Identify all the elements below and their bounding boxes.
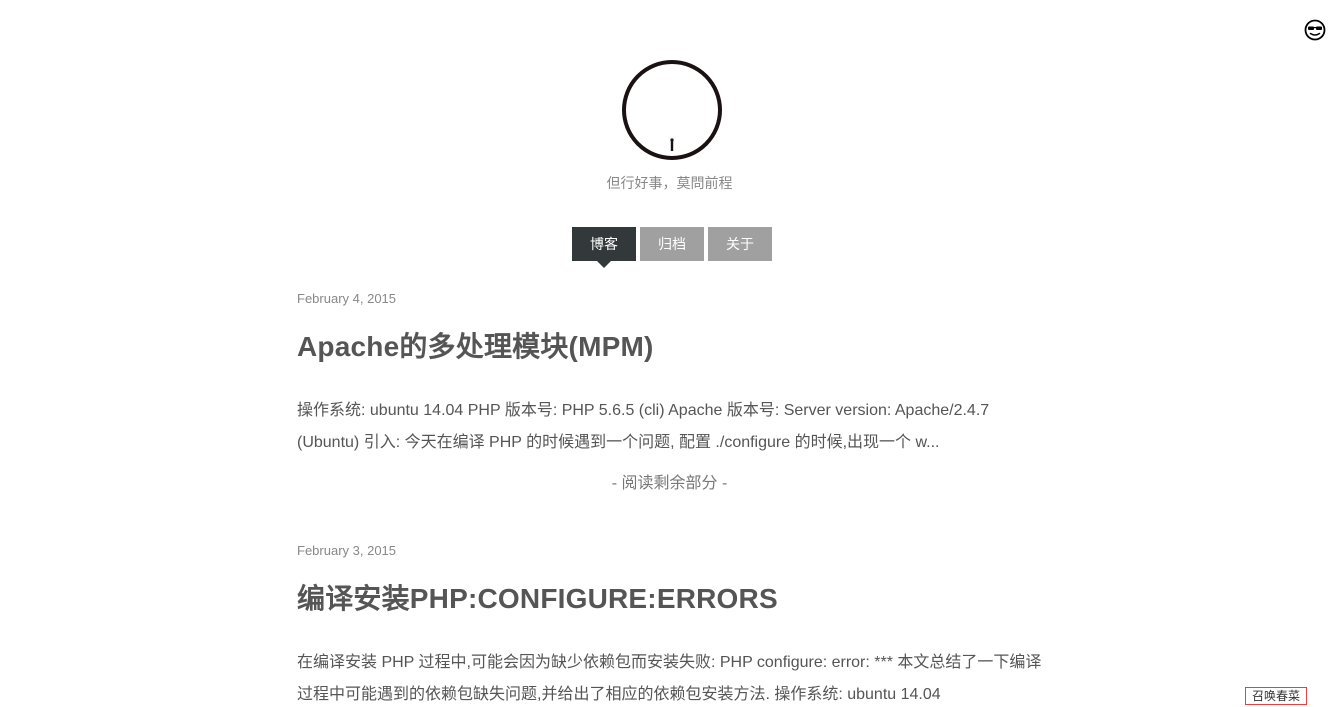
blog-page: 但行好事，莫問前程 博客 归档 关于 February 4, 2015 Apac… bbox=[0, 0, 1339, 707]
post-date: February 4, 2015 bbox=[297, 291, 397, 306]
post-item: February 4, 2015 Apache的多处理模块(MPM) 操作系统:… bbox=[297, 291, 1042, 493]
tab-archive[interactable]: 归档 bbox=[640, 227, 704, 261]
post-title-link[interactable]: 编译安装PHP:CONFIGURE:ERRORS bbox=[297, 577, 1042, 617]
post-excerpt: 操作系统: ubuntu 14.04 PHP 版本号: PHP 5.6.5 (c… bbox=[297, 402, 990, 451]
post-excerpt: 在编译安装 PHP 过程中,可能会因为缺少依赖包而安装失败: PHP confi… bbox=[297, 654, 1042, 703]
post-item: February 3, 2015 编译安装PHP:CONFIGURE:ERROR… bbox=[297, 543, 1042, 707]
site-tagline: 但行好事，莫問前程 bbox=[606, 175, 733, 191]
main-nav: 博客 归档 关于 bbox=[572, 227, 772, 268]
tab-about[interactable]: 关于 bbox=[708, 227, 772, 261]
post-title-link[interactable]: Apache的多处理模块(MPM) bbox=[297, 325, 1042, 365]
tab-blog[interactable]: 博客 bbox=[572, 227, 636, 268]
post-date: February 3, 2015 bbox=[297, 543, 397, 558]
sunglasses-face-icon[interactable] bbox=[1304, 19, 1326, 41]
circle-figure-logo[interactable] bbox=[620, 58, 724, 162]
read-more-link[interactable]: - 阅读剩余部分 - bbox=[297, 469, 1042, 493]
summon-mascot-button[interactable]: 召唤春菜 bbox=[1245, 687, 1307, 705]
